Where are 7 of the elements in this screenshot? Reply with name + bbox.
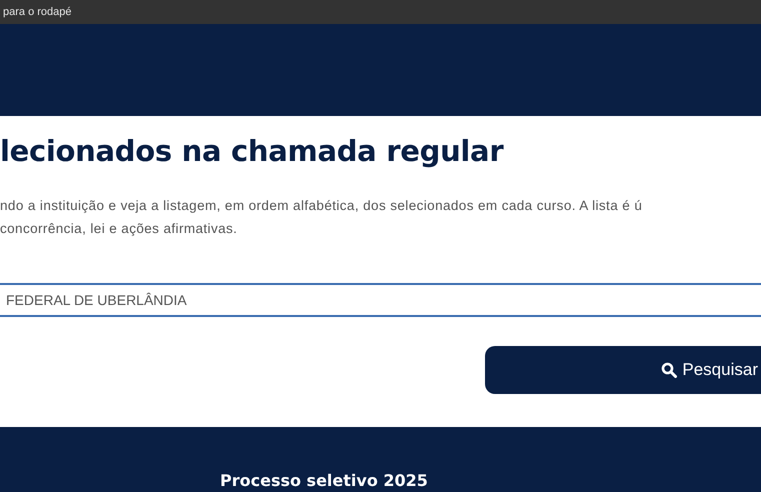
search-button[interactable]: Pesquisar — [485, 346, 761, 394]
page-title: lecionados na chamada regular — [0, 134, 505, 168]
description-text: ndo a instituição e veja a listagem, em ordem alfabética, dos selecionados em cada curso. A lista é ú concorrência, lei e ações afirmativas. — [0, 197, 644, 238]
institution-field[interactable]: FEDERAL DE UBERLÂNDIA — [0, 283, 761, 317]
search-icon — [661, 362, 678, 378]
footer-link[interactable]: para o rodapé — [3, 6, 72, 18]
footer-title: Processo seletivo 2025 — [220, 471, 428, 490]
